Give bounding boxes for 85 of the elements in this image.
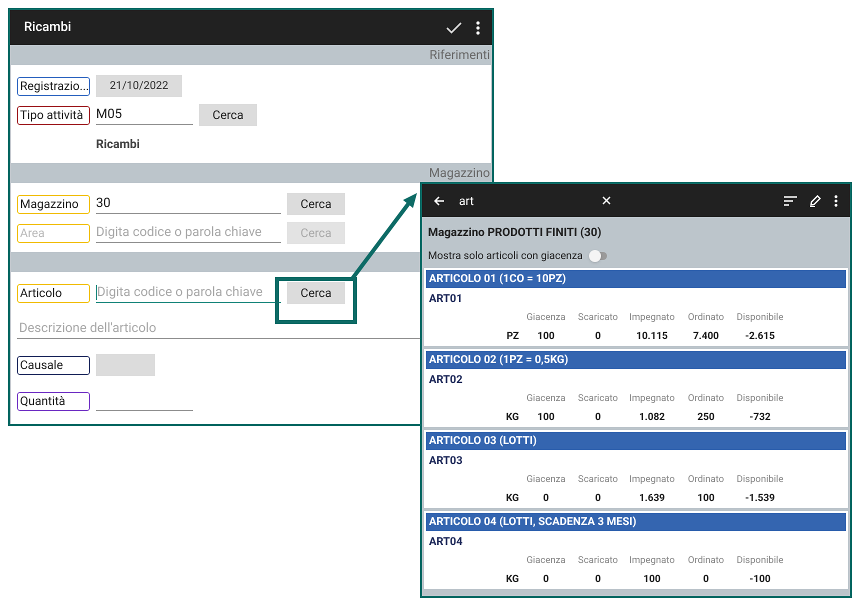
column-header: Disponibile	[736, 392, 784, 406]
column-header: Ordinato	[686, 392, 726, 406]
stock-value: 0	[594, 330, 602, 344]
article-code: ART02	[428, 372, 464, 388]
toggle-switch[interactable]	[590, 252, 607, 260]
section-header: Magazzino	[428, 166, 491, 180]
more-icon[interactable]	[834, 194, 838, 206]
field-label: Causale	[17, 356, 90, 374]
column-header: Ordinato	[686, 554, 726, 568]
article-name: ARTICOLO 04 (LOTTI, SCADENZA 3 MESI)	[426, 513, 846, 531]
field-label: Quantità	[17, 392, 90, 410]
column-header: Giacenza	[525, 392, 567, 406]
column-header: Giacenza	[525, 472, 567, 486]
column-header: Disponibile	[736, 310, 784, 324]
unit-label: KG	[504, 410, 520, 425]
column-header: Impegnato	[628, 392, 676, 406]
stock-value: 0	[594, 410, 602, 425]
stock-value: 0	[542, 572, 550, 587]
stock-value: 100	[696, 492, 716, 506]
input-field[interactable]: 30	[96, 194, 281, 214]
sort-icon[interactable]	[784, 196, 797, 206]
column-header: Giacenza	[525, 310, 567, 324]
column-header: Impegnato	[628, 310, 676, 324]
column-header: Ordinato	[686, 310, 726, 324]
stock-value: 0	[702, 572, 710, 587]
stock-value: 10.115	[635, 330, 669, 344]
article-code: ART03	[428, 453, 464, 469]
column-header: Scaricato	[577, 472, 619, 486]
stock-value: 250	[696, 410, 716, 425]
screen-title: Ricambi	[24, 18, 72, 37]
stock-value: 100	[642, 572, 662, 587]
column-header: Impegnato	[628, 472, 676, 486]
stock-value: 0	[594, 492, 602, 506]
stock-value: -1.539	[744, 492, 776, 506]
stock-value: 1.639	[638, 492, 666, 506]
article-name: ARTICOLO 01 (1CO = 10PZ)	[426, 270, 846, 288]
column-header: Impegnato	[628, 554, 676, 568]
article-card[interactable]: ARTICOLO 04 (LOTTI, SCADENZA 3 MESI) ART04 Giacenza Scaricato Impegnato Ordinato Disponibile KG 0 0 100 0 -100	[424, 511, 848, 589]
column-header: Scaricato	[577, 310, 619, 324]
search-button[interactable]: Cerca	[287, 193, 345, 215]
section-header: Riferimenti	[430, 48, 491, 62]
column-header: Disponibile	[736, 554, 784, 568]
stock-value: 100	[536, 410, 556, 425]
search-field[interactable]: art	[459, 192, 589, 210]
column-header: Scaricato	[577, 392, 619, 406]
field-label: Articolo	[17, 284, 90, 302]
more-icon[interactable]	[476, 20, 480, 34]
choice-field[interactable]	[96, 354, 155, 376]
input-field[interactable]: M05	[96, 105, 193, 125]
activity-caption: Ricambi	[96, 136, 140, 153]
stock-value: -100	[748, 572, 772, 587]
stock-value: 7.400	[692, 330, 720, 344]
stock-value: -2.615	[744, 330, 776, 344]
close-icon[interactable]	[602, 196, 611, 205]
column-header: Scaricato	[577, 554, 619, 568]
article-card[interactable]: ARTICOLO 02 (1PZ = 0,5KG) ART02 Giacenza Scaricato Impegnato Ordinato Disponibile KG 100 0 1.082 250 -732	[424, 349, 848, 427]
field-label: Area	[17, 224, 90, 242]
warehouse-title: Magazzino PRODOTTI FINITI (30)	[427, 224, 602, 241]
stock-value: 1.082	[638, 410, 666, 425]
field-label: Registrazio...	[17, 76, 90, 96]
search-button[interactable]: Cerca	[199, 104, 257, 126]
article-code: ART04	[428, 534, 464, 550]
column-header: Giacenza	[525, 554, 567, 568]
stock-value: 0	[542, 492, 550, 506]
article-name: ARTICOLO 03 (LOTTI)	[426, 432, 846, 450]
back-arrow-icon[interactable]	[434, 196, 445, 206]
pencil-icon[interactable]	[809, 194, 821, 206]
article-name: ARTICOLO 02 (1PZ = 0,5KG)	[426, 351, 846, 369]
stock-value: 0	[594, 572, 602, 587]
unit-label: KG	[504, 572, 520, 587]
filter-label: Mostra solo articoli con giacenza	[428, 248, 583, 264]
field-label: Tipo attività	[17, 106, 90, 124]
date-button[interactable]: 21/10/2022	[96, 75, 182, 97]
column-header: Disponibile	[736, 472, 784, 486]
article-code: ART01	[428, 291, 464, 307]
unit-label: KG	[504, 492, 520, 506]
check-icon[interactable]	[446, 22, 462, 34]
field-label: Magazzino	[17, 194, 90, 214]
unit-label: PZ	[506, 330, 520, 344]
stock-value: -732	[748, 410, 772, 425]
column-header: Ordinato	[686, 472, 726, 486]
article-card[interactable]: ARTICOLO 01 (1CO = 10PZ) ART01 Giacenza Scaricato Impegnato Ordinato Disponibile PZ 100 0 10.115 7.400 -2.615	[424, 268, 848, 346]
stock-value: 100	[536, 330, 556, 344]
article-card[interactable]: ARTICOLO 03 (LOTTI) ART03 Giacenza Scaricato Impegnato Ordinato Disponibile KG 0 0 1.639 100 -1.539	[424, 430, 848, 508]
search-button[interactable]: Cerca	[287, 282, 345, 304]
